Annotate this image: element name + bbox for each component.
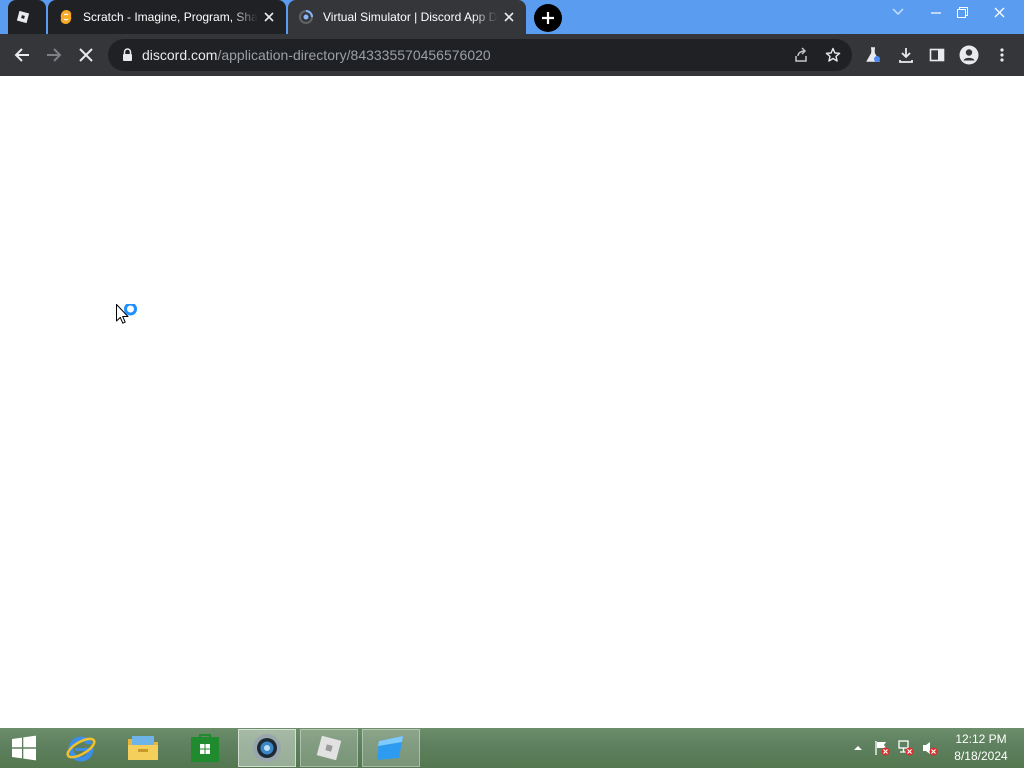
show-hidden-icons-button[interactable] <box>850 740 866 756</box>
tab-scratch[interactable]: Scratch - Imagine, Program, Share <box>48 0 286 34</box>
arrow-right-icon <box>47 48 62 62</box>
taskbar-file-explorer[interactable] <box>114 729 172 767</box>
browser-toolbar: discord.com/application-directory/843335… <box>0 34 1024 76</box>
taskbar: 12:12 PM 8/18/2024 <box>0 728 1024 768</box>
chevron-up-icon <box>854 746 862 750</box>
internet-explorer-icon <box>66 736 96 762</box>
tab-search-button[interactable] <box>881 0 915 24</box>
share-icon <box>795 47 807 62</box>
file-explorer-icon <box>128 736 158 760</box>
discord-loading-icon <box>298 9 314 25</box>
back-button[interactable] <box>7 40 37 70</box>
chevron-down-icon <box>892 8 904 15</box>
plus-icon <box>542 12 554 24</box>
clock-date: 8/18/2024 <box>954 749 1008 763</box>
network-button[interactable] <box>898 740 914 756</box>
url-host: discord.com <box>142 47 218 63</box>
url-path: /application-directory/84333557045657602… <box>217 47 491 63</box>
volume-muted-icon <box>923 742 938 756</box>
url-text: discord.com/application-directory/843335… <box>142 39 491 71</box>
side-panel-button[interactable] <box>922 40 952 70</box>
start-button[interactable] <box>0 729 48 767</box>
restore-icon <box>956 6 968 18</box>
roblox-studio-icon <box>377 736 403 760</box>
bookmark-button[interactable] <box>822 44 844 66</box>
tab-virtual-simulator[interactable]: Virtual Simulator | Discord App Director… <box>288 0 526 34</box>
close-icon[interactable] <box>498 6 520 28</box>
taskbar-roblox-studio[interactable] <box>362 729 420 767</box>
clock[interactable]: 12:12 PM 8/18/2024 <box>946 731 1016 765</box>
minimize-icon <box>931 12 941 14</box>
tab-title: Virtual Simulator | Discord App Director… <box>323 10 498 24</box>
stop-icon <box>79 48 93 62</box>
tab-strip: Scratch - Imagine, Program, Share Virtua… <box>0 0 1024 34</box>
downloads-button[interactable] <box>891 40 921 70</box>
tab-pinned-roblox[interactable] <box>8 0 46 34</box>
avatar-icon <box>959 45 979 65</box>
new-tab-button[interactable] <box>534 4 562 32</box>
restore-button[interactable] <box>945 0 979 24</box>
arrow-left-icon <box>14 48 29 62</box>
flag-warning-icon <box>875 741 890 756</box>
tab-title: Scratch - Imagine, Program, Share <box>83 10 258 24</box>
close-window-button[interactable] <box>982 0 1016 24</box>
volume-button[interactable] <box>922 740 938 756</box>
close-icon[interactable] <box>258 6 280 28</box>
taskbar-store[interactable] <box>176 729 234 767</box>
menu-button[interactable] <box>987 40 1017 70</box>
share-button[interactable] <box>790 44 812 66</box>
store-icon <box>191 734 219 762</box>
busy-cursor-icon <box>116 304 137 324</box>
network-error-icon <box>898 740 914 756</box>
stop-loading-button[interactable] <box>71 40 101 70</box>
labs-button[interactable] <box>858 40 888 70</box>
side-panel-icon <box>929 48 945 62</box>
page-content <box>0 76 1024 728</box>
clock-time: 12:12 PM <box>955 732 1007 746</box>
roblox-icon <box>316 735 342 761</box>
taskbar-roblox[interactable] <box>300 729 358 767</box>
forward-button[interactable] <box>39 40 69 70</box>
profile-button[interactable] <box>954 40 984 70</box>
taskbar-internet-explorer[interactable] <box>52 729 110 767</box>
taskbar-chrome[interactable] <box>238 729 296 767</box>
flask-icon <box>866 47 880 62</box>
windows-logo-icon <box>12 735 36 761</box>
lock-icon <box>120 48 134 62</box>
chrome-icon <box>253 734 281 762</box>
close-icon <box>994 7 1004 17</box>
download-icon <box>899 48 913 63</box>
address-bar[interactable]: discord.com/application-directory/843335… <box>108 39 852 71</box>
scratch-icon <box>58 9 74 25</box>
roblox-icon <box>15 9 31 25</box>
action-center-button[interactable] <box>874 740 890 756</box>
kebab-menu-icon <box>1000 48 1004 62</box>
star-icon <box>825 47 841 62</box>
